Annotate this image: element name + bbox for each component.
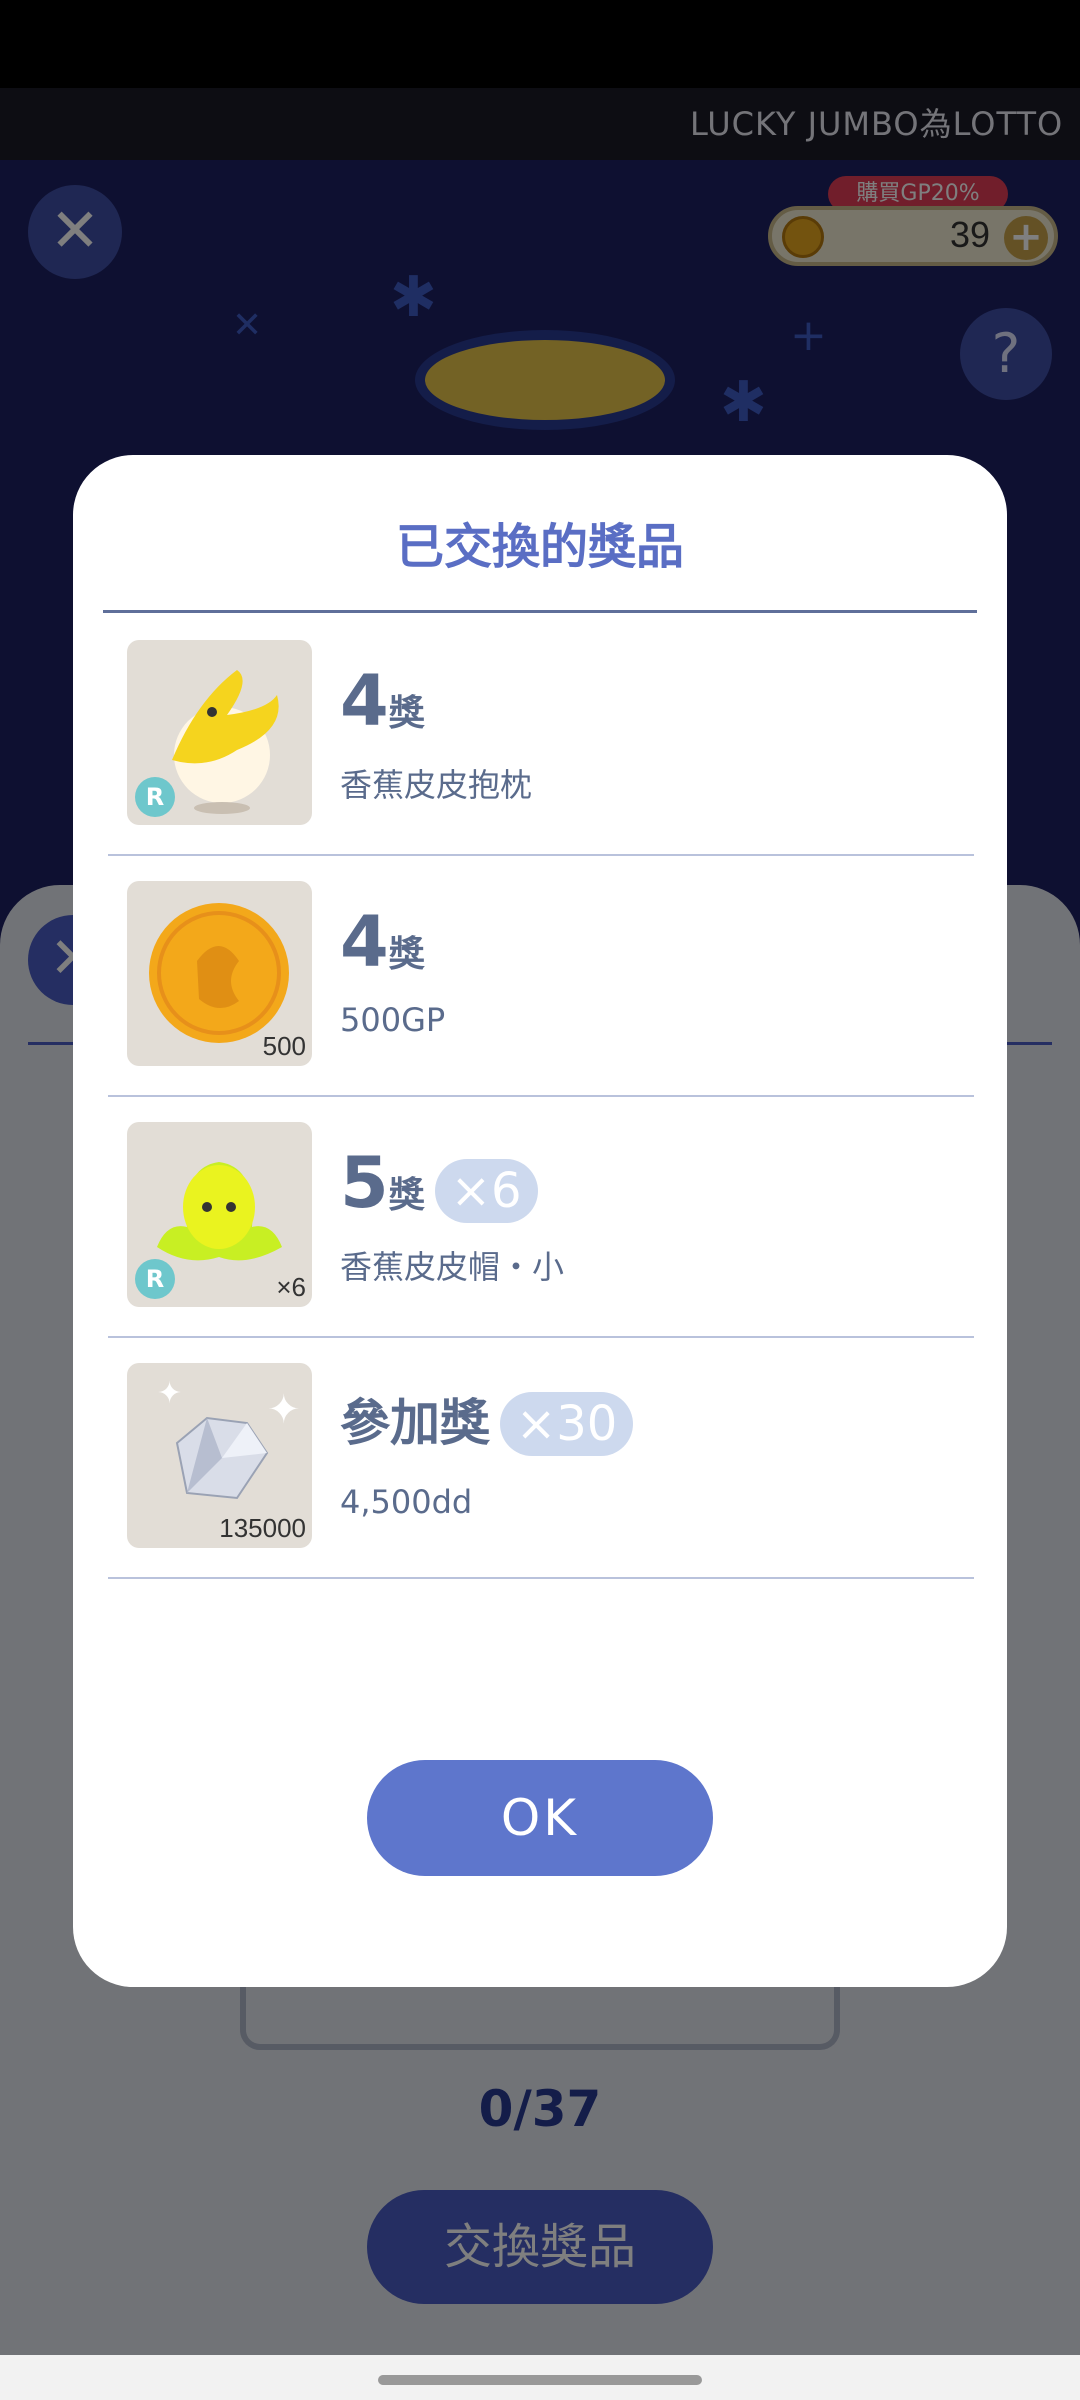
prize-rank: 4獎 [340, 901, 425, 983]
ok-button[interactable]: OK [367, 1760, 713, 1876]
svg-text:✦: ✦ [267, 1387, 301, 1433]
multiplier-chip: ×6 [434, 1158, 538, 1223]
prize-thumbnail: R [127, 640, 312, 825]
quantity-label: 135000 [219, 1513, 306, 1543]
prize-row: ✦ ✦ 135000 參加獎 ×30 4,500dd [108, 1338, 974, 1579]
prize-name: 500GP [340, 1001, 446, 1039]
rarity-badge: R [135, 1259, 175, 1299]
prize-thumbnail: R ×6 [127, 1122, 312, 1307]
prize-rank: 4獎 [340, 660, 425, 742]
home-gesture-handle[interactable] [378, 2375, 702, 2385]
svg-text:✦: ✦ [157, 1376, 182, 1411]
prize-rank: 5獎 ×6 [340, 1142, 538, 1224]
prize-rank: 參加獎 ×30 [340, 1383, 634, 1463]
quantity-label: ×6 [276, 1272, 306, 1302]
prize-thumbnail: 500 [127, 881, 312, 1066]
dialog-title: 已交換的獎品 [395, 519, 684, 575]
prize-name: 4,500dd [340, 1483, 473, 1521]
prize-name: 香蕉皮皮帽・小 [340, 1248, 565, 1286]
quantity-label: 500 [262, 1031, 306, 1061]
prize-list: R 4獎 香蕉皮皮抱枕 500 4獎 500GP R ×6 5獎 ×6 香蕉皮皮… [108, 615, 974, 1579]
prize-name: 香蕉皮皮抱枕 [340, 766, 533, 804]
prize-row: R ×6 5獎 ×6 香蕉皮皮帽・小 [108, 1097, 974, 1338]
rarity-badge: R [135, 777, 175, 817]
prize-row: R 4獎 香蕉皮皮抱枕 [108, 615, 974, 856]
exchanged-prizes-dialog: 已交換的獎品 R 4獎 香蕉皮皮抱枕 500 4獎 500GP R ×6 5獎 … [73, 455, 1007, 1987]
status-bar [0, 0, 1080, 88]
title-divider [103, 610, 977, 613]
prize-thumbnail: ✦ ✦ 135000 [127, 1363, 312, 1548]
navigation-bar [0, 2355, 1080, 2400]
multiplier-chip: ×30 [500, 1391, 634, 1456]
prize-row: 500 4獎 500GP [108, 856, 974, 1097]
